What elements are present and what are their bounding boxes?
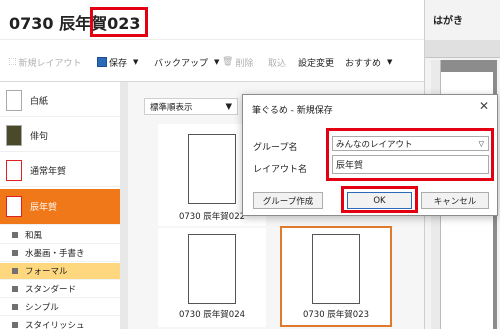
close-icon[interactable]: ✕ xyxy=(479,99,489,113)
subcategory-label: フォーマル xyxy=(25,267,68,277)
sort-label: 標準順表示 xyxy=(150,102,193,113)
newyear-card-icon xyxy=(6,159,22,181)
subcategory-item[interactable]: 水墨画・手書き xyxy=(0,245,124,262)
subcategory-label: スタンダード xyxy=(25,285,77,295)
dialog-title: 筆ぐるめ - 新規保存 xyxy=(252,106,333,116)
subcategory-label: 水墨画・手書き xyxy=(25,249,85,259)
dragon-card-image xyxy=(188,234,236,304)
chevron-down-icon: ▼ xyxy=(387,58,393,66)
category-label: 辰年賀 xyxy=(30,203,58,213)
chevron-down-icon: ▼ xyxy=(214,58,220,66)
bullet-icon xyxy=(12,304,18,310)
subcategory-label: 和風 xyxy=(25,231,43,241)
new-layout-icon: ⬚ xyxy=(8,57,17,67)
preview-title: はがき xyxy=(433,16,463,27)
backup-button[interactable]: バックアップ ▼ xyxy=(154,55,219,69)
subcategory-item[interactable]: スタイリッシュ xyxy=(0,317,124,329)
backup-label: バックアップ xyxy=(154,58,209,69)
bullet-icon xyxy=(12,286,18,292)
category-label: 通常年賀 xyxy=(30,166,67,177)
create-group-button[interactable]: グループ作成 xyxy=(253,192,323,209)
settings-change-button[interactable]: 設定変更 xyxy=(298,55,334,69)
category-item-haiku[interactable]: 俳句 xyxy=(0,119,124,152)
horizontal-ruler xyxy=(425,40,500,58)
new-save-dialog: 筆ぐるめ - 新規保存 ✕ グループ名 みんなのレイアウト ▽ レイアウト名 辰… xyxy=(242,94,498,216)
bullet-icon xyxy=(12,232,18,238)
save-label: 保存 xyxy=(109,58,128,69)
import-label: 取込 xyxy=(268,58,287,69)
floppy-icon xyxy=(97,57,107,67)
app-window: 0730 辰年賀023 ⬚ 新規レイアウト 保存 ▼ バックアップ ▼ 🗑 削除… xyxy=(0,0,500,329)
dragon-card-image xyxy=(312,234,360,304)
cancel-button[interactable]: キャンセル xyxy=(421,192,489,209)
category-label: 白紙 xyxy=(30,96,49,107)
category-label: 俳句 xyxy=(30,131,49,142)
trash-icon: 🗑 xyxy=(222,57,234,67)
chevron-down-icon[interactable]: ▼ xyxy=(133,58,138,66)
save-button[interactable]: 保存 ▼ xyxy=(97,55,138,69)
layout-thumbnail-selected[interactable]: 0730 辰年賀023 xyxy=(280,226,392,327)
subcategory-item-selected[interactable]: フォーマル xyxy=(0,263,124,280)
bullet-icon xyxy=(12,250,18,256)
blank-paper-icon xyxy=(6,89,22,111)
bullet-icon xyxy=(12,268,18,274)
import-button[interactable]: 取込 xyxy=(268,55,286,69)
category-item-blank[interactable]: 白紙 xyxy=(0,84,124,117)
settings-change-label: 設定変更 xyxy=(298,58,335,69)
group-name-label: グループ名 xyxy=(253,143,298,153)
dragon-card-image xyxy=(188,134,236,204)
subcategory-item[interactable]: シンプル xyxy=(0,299,124,316)
dragon-card-icon xyxy=(6,196,22,217)
ok-highlight-box xyxy=(341,186,418,213)
chevron-down-icon: ▼ xyxy=(225,101,232,112)
layout-name-label: レイアウト名 xyxy=(253,165,308,175)
sidebar-scrollbar[interactable] xyxy=(120,82,128,329)
subcategory-item[interactable]: 和風 xyxy=(0,227,124,244)
subcategory-label: シンプル xyxy=(25,303,59,313)
subcategory-label: スタイリッシュ xyxy=(25,321,85,329)
recommend-label: おすすめ xyxy=(345,58,382,69)
save-highlight-box xyxy=(90,7,148,37)
title-bar: 0730 辰年賀023 xyxy=(0,0,424,40)
delete-button[interactable]: 🗑 削除 xyxy=(222,55,253,69)
toolbar: ⬚ 新規レイアウト 保存 ▼ バックアップ ▼ 🗑 削除 取込 設定変更 おすす… xyxy=(0,40,424,82)
new-layout-button[interactable]: ⬚ 新規レイアウト xyxy=(8,55,82,69)
delete-label: 削除 xyxy=(235,58,254,69)
category-sidebar: 白紙 俳句 通常年賀 辰年賀 和風 水墨画・手書き フォーマル スタンダード シ… xyxy=(0,82,128,329)
new-layout-label: 新規レイアウト xyxy=(18,58,82,69)
thumbnail-caption: 0730 辰年賀023 xyxy=(302,310,370,320)
haiku-icon xyxy=(6,124,22,146)
sort-order-dropdown[interactable]: 標準順表示 ▼ xyxy=(144,98,238,115)
category-item-regular-newyear[interactable]: 通常年賀 xyxy=(0,154,124,187)
bullet-icon xyxy=(12,322,18,328)
thumbnail-caption: 0730 辰年賀024 xyxy=(178,310,246,320)
recommend-button[interactable]: おすすめ ▼ xyxy=(345,55,392,69)
layout-thumbnail[interactable]: 0730 辰年賀024 xyxy=(158,228,266,327)
category-item-dragon-newyear[interactable]: 辰年賀 xyxy=(0,189,124,225)
fields-highlight-box xyxy=(326,128,494,181)
subcategory-item[interactable]: スタンダード xyxy=(0,281,124,298)
